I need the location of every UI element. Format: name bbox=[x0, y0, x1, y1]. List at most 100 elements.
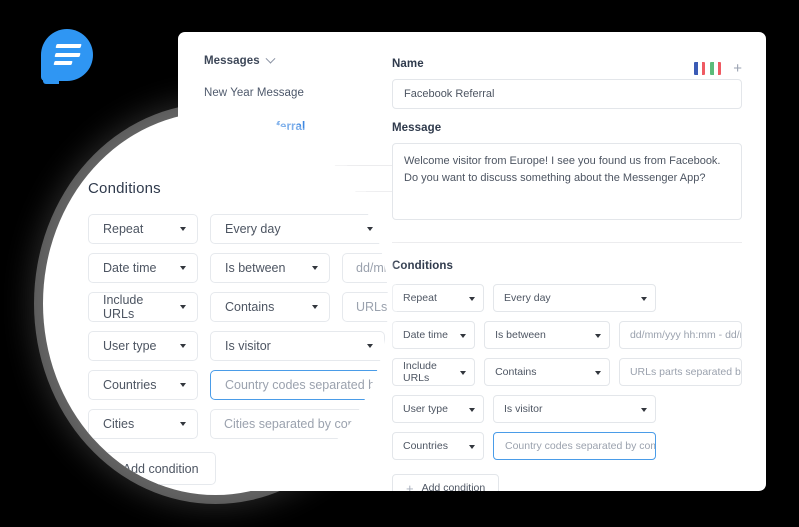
condition-type-label: Cities bbox=[103, 417, 135, 431]
magnified-condition-row: Countries Country codes separated by com… bbox=[88, 370, 385, 400]
condition-operator-select[interactable]: Is visitor bbox=[210, 331, 385, 361]
condition-operator-label: Is visitor bbox=[225, 339, 271, 353]
chevron-down-icon bbox=[460, 333, 467, 338]
condition-type-select[interactable]: Countries bbox=[392, 432, 484, 460]
condition-type-select[interactable]: Date time bbox=[88, 253, 198, 283]
chevron-down-icon bbox=[312, 266, 318, 270]
condition-type-label: Countries bbox=[103, 378, 157, 392]
name-label: Name bbox=[392, 58, 424, 70]
condition-type-label: Include URLs bbox=[103, 293, 144, 321]
name-row: Name + bbox=[392, 58, 742, 79]
logo-text-lines bbox=[53, 44, 83, 66]
condition-type-select[interactable]: User type bbox=[88, 331, 198, 361]
condition-type-select[interactable]: Include URLs bbox=[88, 292, 198, 322]
chevron-down-icon bbox=[180, 227, 186, 231]
condition-operator-select[interactable]: Is between bbox=[484, 321, 610, 349]
chevron-down-icon bbox=[469, 444, 475, 449]
chevron-down-icon bbox=[367, 344, 373, 348]
condition-operator-label: Is between bbox=[225, 261, 286, 275]
name-input[interactable] bbox=[392, 79, 742, 109]
condition-row: Countries Country codes separated by com… bbox=[392, 432, 742, 460]
add-condition-button[interactable]: + Add condition bbox=[88, 452, 216, 485]
french-flag-icon[interactable] bbox=[694, 62, 706, 75]
countries-value-input[interactable]: Country codes separated by commas bbox=[210, 370, 385, 400]
language-flags: + bbox=[694, 61, 742, 76]
condition-row: Include URLs Contains URLs parts separat… bbox=[392, 358, 742, 386]
magnified-condition-row: Date time Is between dd/mm/yyy hh:mm - d… bbox=[88, 253, 388, 283]
condition-operator-label: Every day bbox=[225, 222, 281, 236]
condition-value-input[interactable]: dd/mm/yyy hh:mm - dd/mm/yyy hh:mm bbox=[618, 321, 742, 349]
chevron-down-icon bbox=[641, 407, 647, 412]
condition-operator-label: Is visitor bbox=[504, 403, 543, 415]
list-item-label: New Year Message bbox=[204, 87, 304, 99]
magnified-conditions-title: Conditions bbox=[88, 180, 161, 197]
messages-header-label: Messages bbox=[204, 55, 260, 67]
magnifier-lens: Conditions Repeat Every day Date time Is bbox=[43, 112, 388, 495]
messenger-chat-bubble-logo bbox=[41, 29, 98, 86]
condition-type-label: Include URLs bbox=[403, 360, 437, 384]
chevron-down-icon bbox=[641, 296, 647, 301]
chevron-down-icon bbox=[460, 370, 467, 375]
condition-type-label: User type bbox=[103, 339, 157, 353]
chevron-down-icon bbox=[180, 305, 186, 309]
chevron-down-icon bbox=[312, 305, 318, 309]
chevron-down-icon bbox=[594, 370, 601, 375]
condition-type-select[interactable]: Repeat bbox=[88, 214, 198, 244]
section-divider bbox=[392, 242, 742, 243]
chevron-down-icon bbox=[180, 383, 186, 387]
condition-type-label: User type bbox=[403, 403, 448, 415]
condition-type-label: Repeat bbox=[103, 222, 144, 236]
magnified-condition-row: Cities Cities separated by commas bbox=[88, 409, 385, 439]
add-condition-label: Add condition bbox=[122, 461, 199, 476]
magnified-condition-row: Include URLs Contains URLs parts separat… bbox=[88, 292, 388, 322]
condition-type-select[interactable]: User type bbox=[392, 395, 484, 423]
add-condition-button[interactable]: + Add condition bbox=[392, 474, 500, 492]
countries-value-input[interactable]: Country codes separated by commas bbox=[493, 432, 656, 460]
condition-type-select[interactable]: Countries bbox=[88, 370, 198, 400]
add-condition-label: Add condition bbox=[421, 482, 486, 491]
condition-type-label: Date time bbox=[103, 261, 157, 275]
condition-operator-label: Contains bbox=[495, 366, 537, 378]
condition-operator-select[interactable]: Is visitor bbox=[493, 395, 656, 423]
condition-value-input[interactable]: Cities separated by commas bbox=[210, 409, 385, 439]
condition-operator-select[interactable]: Is between bbox=[210, 253, 330, 283]
magnifier-content: Conditions Repeat Every day Date time Is bbox=[43, 112, 388, 495]
message-textarea[interactable]: Welcome visitor from Europe! I see you f… bbox=[392, 143, 742, 220]
italian-flag-icon[interactable] bbox=[710, 62, 722, 75]
magnified-condition-row: User type Is visitor bbox=[88, 331, 385, 361]
magnified-condition-row: Repeat Every day bbox=[88, 214, 385, 244]
screenshot-stage: Messages New Year Message Facebook Refer… bbox=[0, 0, 799, 527]
condition-type-select[interactable]: Repeat bbox=[392, 284, 484, 312]
condition-value-input[interactable]: URLs parts separated by commas bbox=[618, 358, 742, 386]
chevron-down-icon bbox=[594, 333, 601, 338]
condition-operator-select[interactable]: Every day bbox=[210, 214, 385, 244]
message-form-panel: Name + Message Welcome visitor from Euro… bbox=[392, 32, 766, 491]
condition-type-label: Countries bbox=[403, 440, 448, 452]
condition-row: User type Is visitor bbox=[392, 395, 742, 423]
condition-operator-select[interactable]: Contains bbox=[210, 292, 330, 322]
condition-operator-label: Contains bbox=[225, 300, 275, 314]
condition-operator-label: Is between bbox=[495, 329, 546, 341]
add-language-icon[interactable]: + bbox=[733, 61, 742, 76]
condition-operator-label: Every day bbox=[504, 292, 551, 304]
condition-type-label: Repeat bbox=[403, 292, 437, 304]
chevron-down-icon bbox=[180, 422, 186, 426]
condition-type-select[interactable]: Cities bbox=[88, 409, 198, 439]
condition-type-select[interactable]: Include URLs bbox=[392, 358, 476, 386]
condition-row: Repeat Every day bbox=[392, 284, 742, 312]
chevron-down-icon bbox=[180, 344, 186, 348]
chevron-down-icon bbox=[180, 266, 186, 270]
conditions-title: Conditions bbox=[392, 260, 454, 272]
condition-value-input[interactable]: URLs parts separated by commas bbox=[342, 292, 388, 322]
condition-operator-select[interactable]: Contains bbox=[484, 358, 610, 386]
list-item-new-year-message[interactable]: New Year Message bbox=[204, 87, 392, 99]
chevron-down-icon bbox=[367, 227, 373, 231]
plus-icon: + bbox=[406, 480, 414, 492]
condition-row: Date time Is between dd/mm/yyy hh:mm - d… bbox=[392, 321, 742, 349]
condition-operator-select[interactable]: Every day bbox=[493, 284, 656, 312]
condition-value-input[interactable]: dd/mm/yyy hh:mm - dd/mm/yyy bbox=[342, 253, 388, 283]
chevron-down-icon bbox=[469, 407, 475, 412]
condition-type-select[interactable]: Date time bbox=[392, 321, 476, 349]
messages-dropdown-header[interactable]: Messages bbox=[204, 53, 392, 67]
message-label: Message bbox=[392, 122, 442, 134]
